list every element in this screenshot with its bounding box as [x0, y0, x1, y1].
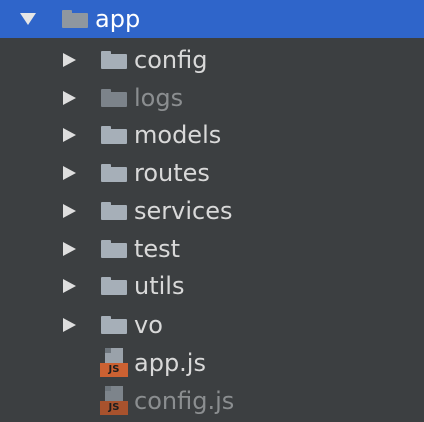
- triangle-right-icon[interactable]: [63, 53, 76, 67]
- tree-node-logs[interactable]: logs: [0, 79, 424, 117]
- triangle-down-icon[interactable]: [20, 13, 36, 25]
- triangle-right-icon[interactable]: [63, 204, 76, 218]
- javascript-file-icon: JS: [100, 348, 128, 378]
- tree-node-test[interactable]: test: [0, 230, 424, 268]
- tree-node-label: utils: [134, 272, 185, 300]
- tree-node-config-js[interactable]: JS config.js: [0, 382, 424, 420]
- triangle-right-icon[interactable]: [63, 242, 76, 256]
- tree-node-services[interactable]: services: [0, 192, 424, 230]
- folder-icon: [101, 202, 127, 220]
- tree-node-label: app: [95, 5, 141, 33]
- folder-icon: [101, 126, 127, 144]
- tree-node-label: models: [134, 121, 222, 149]
- tree-node-routes[interactable]: routes: [0, 154, 424, 192]
- triangle-right-icon[interactable]: [63, 279, 76, 293]
- triangle-right-icon[interactable]: [63, 128, 76, 142]
- tree-root-app[interactable]: app: [0, 0, 424, 38]
- tree-node-vo[interactable]: vo: [0, 306, 424, 344]
- folder-icon: [101, 164, 127, 182]
- tree-node-models[interactable]: models: [0, 116, 424, 154]
- tree-node-label: config: [134, 46, 208, 74]
- tree-node-label: vo: [134, 311, 163, 339]
- tree-node-label: logs: [134, 84, 184, 112]
- folder-icon: [101, 316, 127, 334]
- folder-icon: [62, 10, 88, 28]
- triangle-right-icon[interactable]: [63, 91, 76, 105]
- tree-node-config[interactable]: config: [0, 41, 424, 79]
- tree-node-label: services: [134, 197, 233, 225]
- tree-node-app-js[interactable]: JS app.js: [0, 344, 424, 382]
- tree-node-label: config.js: [134, 387, 235, 415]
- folder-icon: [101, 277, 127, 295]
- tree-node-label: routes: [134, 159, 210, 187]
- folder-icon: [101, 51, 127, 69]
- triangle-right-icon[interactable]: [63, 166, 76, 180]
- javascript-file-icon: JS: [100, 386, 128, 416]
- folder-icon: [101, 89, 127, 107]
- project-tree: app config logs models routes services t…: [0, 0, 424, 422]
- triangle-right-icon[interactable]: [63, 318, 76, 332]
- tree-node-label: app.js: [134, 349, 206, 377]
- tree-node-utils[interactable]: utils: [0, 267, 424, 305]
- folder-icon: [101, 240, 127, 258]
- tree-node-label: test: [134, 235, 181, 263]
